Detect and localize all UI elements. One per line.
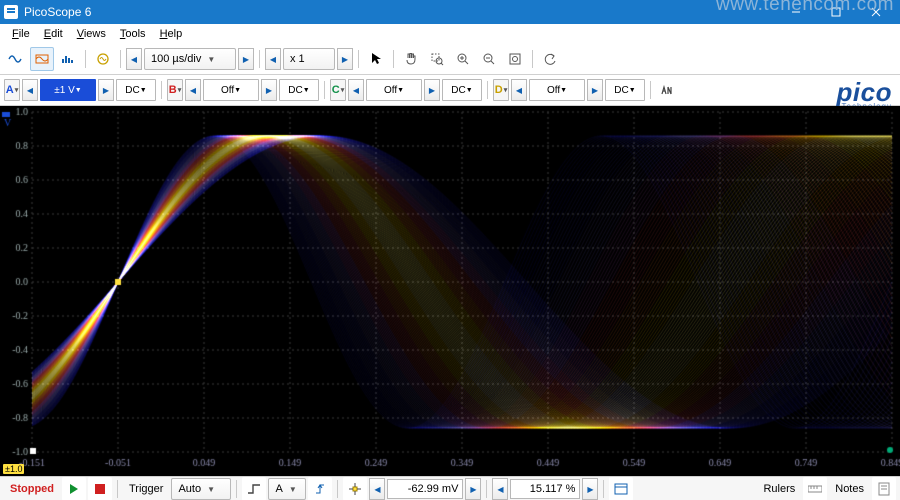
trigger-pos-up[interactable]: ▶ (582, 478, 598, 500)
channel-c-range-down[interactable]: ◀ (348, 79, 364, 101)
zoom-out-icon[interactable] (477, 47, 501, 71)
notes-icon[interactable] (872, 477, 896, 500)
chevron-down-icon: ▼ (205, 55, 217, 64)
title-bar: PicoScope 6 (0, 0, 900, 24)
zoom-prev-button[interactable]: ◀ (265, 48, 281, 70)
zoom-in-icon[interactable] (451, 47, 475, 71)
trigger-position-value[interactable]: 15.117 % (510, 479, 580, 499)
menu-bar: File Edit Views Tools Help (0, 24, 900, 44)
trigger-rising-icon[interactable] (308, 477, 332, 500)
window-title: PicoScope 6 (24, 5, 91, 19)
channel-d-coupling[interactable]: DC▼ (605, 79, 645, 101)
undo-zoom-icon[interactable] (538, 47, 562, 71)
channel-b-menu[interactable]: B▾ (167, 79, 183, 101)
trigger-edge-icon[interactable] (242, 477, 266, 500)
channel-c-range-up[interactable]: ▶ (424, 79, 440, 101)
capture-state: Stopped (4, 483, 60, 495)
channel-a-range-up[interactable]: ▶ (98, 79, 114, 101)
menu-edit[interactable]: Edit (38, 26, 69, 42)
zoom-value: x 1 (290, 53, 305, 65)
pan-tool-icon[interactable] (399, 47, 423, 71)
math-channel-icon[interactable] (656, 78, 680, 102)
channel-a-range[interactable]: ±1 V▼ (40, 79, 96, 101)
capture-mode-persistence-icon[interactable] (30, 47, 54, 71)
channel-c-coupling[interactable]: DC▼ (442, 79, 482, 101)
zoom-combo[interactable]: x 1 (283, 48, 335, 70)
zoom-area-icon[interactable] (425, 47, 449, 71)
channel-c-range[interactable]: Off▼ (366, 79, 422, 101)
timebase-next-button[interactable]: ▶ (238, 48, 254, 70)
zoom-full-icon[interactable] (503, 47, 527, 71)
trigger-level-down[interactable]: ◀ (369, 478, 385, 500)
channel-a-range-down[interactable]: ◀ (22, 79, 38, 101)
channel-d-range[interactable]: Off▼ (529, 79, 585, 101)
timebase-prev-button[interactable]: ◀ (126, 48, 142, 70)
run-button[interactable] (62, 477, 86, 500)
rulers-icon[interactable] (803, 477, 827, 500)
channel-b-range[interactable]: Off▼ (203, 79, 259, 101)
menu-help[interactable]: Help (154, 26, 189, 42)
menu-views[interactable]: Views (71, 26, 112, 42)
waveform-canvas (0, 106, 900, 476)
notes-button[interactable]: Notes (829, 483, 870, 495)
main-toolbar: ◀ 100 µs/div▼ ▶ ◀ x 1 ▶ www.tehencom.com (0, 44, 900, 75)
channel-d-range-up[interactable]: ▶ (587, 79, 603, 101)
pointer-tool-icon[interactable] (364, 47, 388, 71)
minimize-button[interactable] (776, 0, 816, 24)
close-button[interactable] (856, 0, 896, 24)
measurements-icon[interactable] (609, 477, 633, 500)
trigger-source-combo[interactable]: A▼ (268, 478, 306, 500)
stop-button[interactable] (88, 477, 112, 500)
trigger-level-up[interactable]: ▶ (465, 478, 481, 500)
signal-generator-icon[interactable] (91, 47, 115, 71)
trigger-pos-down[interactable]: ◀ (492, 478, 508, 500)
channel-b-range-down[interactable]: ◀ (185, 79, 201, 101)
channel-c-menu[interactable]: C▾ (330, 79, 346, 101)
menu-file[interactable]: File (6, 26, 36, 42)
trigger-mode-combo[interactable]: Auto▼ (171, 478, 231, 500)
capture-mode-spectrum-icon[interactable] (56, 47, 80, 71)
channel-a-coupling[interactable]: DC▼ (116, 79, 156, 101)
trigger-label: Trigger (123, 483, 169, 495)
trigger-level-value[interactable]: -62.99 mV (387, 479, 463, 499)
maximize-button[interactable] (816, 0, 856, 24)
timebase-combo[interactable]: 100 µs/div ▼ (144, 48, 236, 70)
channel-toolbar: A▾ ◀ ±1 V▼ ▶ DC▼ B▾ ◀ Off▼ ▶ DC▼ C▾ ◀ Of… (0, 75, 900, 106)
channel-a-menu[interactable]: A▾ (4, 79, 20, 101)
channel-a-axis-marker[interactable]: ±1.0 (3, 464, 24, 474)
zoom-next-button[interactable]: ▶ (337, 48, 353, 70)
status-bar: Stopped Trigger Auto▼ A▼ ◀ -62.99 mV ▶ ◀… (0, 476, 900, 500)
capture-mode-scope-icon[interactable] (4, 47, 28, 71)
channel-b-coupling[interactable]: DC▼ (279, 79, 319, 101)
channel-d-menu[interactable]: D▾ (493, 79, 509, 101)
channel-d-range-down[interactable]: ◀ (511, 79, 527, 101)
waveform-display[interactable]: ±1.0 (0, 106, 900, 476)
app-icon (4, 5, 18, 19)
rulers-button[interactable]: Rulers (757, 483, 801, 495)
menu-tools[interactable]: Tools (114, 26, 152, 42)
channel-b-range-up[interactable]: ▶ (261, 79, 277, 101)
timebase-value: 100 µs/div (151, 53, 201, 65)
trigger-marker-icon[interactable] (343, 477, 367, 500)
